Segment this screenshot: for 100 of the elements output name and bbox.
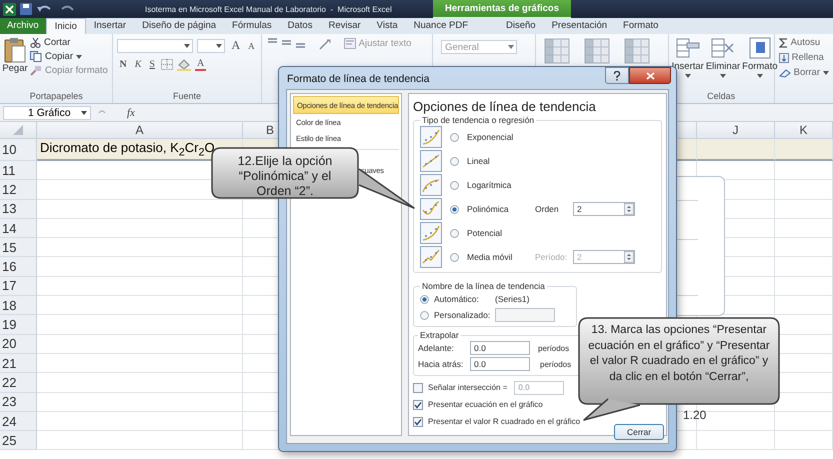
close-button[interactable] <box>629 67 671 84</box>
row-header[interactable]: 17 <box>0 276 37 296</box>
copy-button[interactable]: Copiar <box>30 51 108 62</box>
cells-button[interactable]: Eliminar <box>706 37 740 78</box>
insert-function-button[interactable]: fx <box>127 106 135 118</box>
shrink-font-button[interactable]: A <box>246 40 257 50</box>
table-cell <box>775 431 833 450</box>
window-title: Isoterma en Microsoft Excel Manual de Laboratorio - Microsoft Excel <box>145 4 392 14</box>
column-header[interactable]: J <box>697 122 775 139</box>
row-header[interactable]: 11 <box>0 161 37 180</box>
ribbon-tab[interactable]: Fórmulas <box>224 18 280 34</box>
group-label: Celdas <box>706 91 736 101</box>
row-header[interactable]: 21 <box>0 354 37 374</box>
table-grid-icon <box>624 38 650 64</box>
ribbon-tab[interactable]: Inicio <box>46 18 86 34</box>
cut-button[interactable]: Cortar <box>30 37 108 48</box>
ribbon-tab[interactable]: Presentación <box>544 18 616 34</box>
borders-icon <box>160 59 173 70</box>
ribbon-tab[interactable]: Revisar <box>320 18 369 34</box>
dropdown-icon <box>76 54 82 58</box>
ribbon-tab[interactable]: Datos <box>280 18 320 34</box>
insert-rows-icon <box>674 37 701 59</box>
radio-button[interactable] <box>450 228 459 238</box>
select-all-icon <box>13 125 23 135</box>
option-label: Lineal <box>467 156 491 166</box>
group-label: Portapapeles <box>28 91 84 101</box>
clipboard-icon <box>4 37 26 63</box>
field-label: Período: <box>535 252 565 262</box>
radio-button[interactable] <box>420 294 429 304</box>
radio-button[interactable] <box>450 180 459 190</box>
radio-button[interactable] <box>450 252 459 262</box>
radio-button[interactable] <box>450 204 459 214</box>
excel-logo-icon <box>3 2 16 16</box>
delete-rows-icon <box>710 37 736 59</box>
italic-button[interactable]: K <box>132 59 144 70</box>
spin-field[interactable]: 2 <box>573 202 635 216</box>
trendline-icon <box>420 198 442 220</box>
ribbon-tab[interactable]: Nuance PDF <box>406 18 476 34</box>
bold-button[interactable]: N <box>117 59 129 70</box>
ribbon-tab[interactable]: Vista <box>368 18 406 34</box>
trendline-icon <box>420 150 442 172</box>
row-header[interactable]: 23 <box>0 392 37 412</box>
table-cell <box>775 139 833 161</box>
series-name: (Series1) <box>495 294 530 304</box>
row-header[interactable]: 19 <box>0 315 37 335</box>
checkbox[interactable] <box>413 382 423 392</box>
radio-button[interactable] <box>450 132 459 142</box>
scissors-icon <box>30 37 41 48</box>
checkbox[interactable] <box>413 400 423 410</box>
checkbox-label: Presentar ecuación en el gráfico <box>428 400 543 409</box>
input-field[interactable]: 0.0 <box>470 341 530 355</box>
row-header[interactable]: 10 <box>0 139 37 161</box>
dropdown-icon <box>720 74 726 78</box>
row-header[interactable]: 16 <box>0 257 37 277</box>
editing-button[interactable]: Autosu <box>778 37 830 48</box>
ribbon-tab[interactable]: Archivo <box>0 18 46 34</box>
paste-button[interactable]: Pegar <box>0 34 30 103</box>
row-header[interactable]: 20 <box>0 334 37 354</box>
underline-button[interactable]: S <box>147 59 157 70</box>
font-size-box[interactable] <box>197 38 226 52</box>
row-header[interactable]: 12 <box>0 180 37 200</box>
row-header[interactable]: 22 <box>0 373 37 393</box>
row-header[interactable]: 24 <box>0 412 37 432</box>
option-label: Potencial <box>467 228 503 238</box>
radio-button[interactable] <box>450 156 459 166</box>
checkbox[interactable] <box>413 416 423 426</box>
close-dialog-button[interactable]: Cerrar <box>614 424 664 440</box>
help-button[interactable] <box>605 67 629 84</box>
spinner-arrows-icon[interactable] <box>624 203 634 215</box>
grow-font-button[interactable]: A <box>229 38 242 53</box>
row-header[interactable]: 25 <box>0 431 37 450</box>
input-field[interactable] <box>495 308 555 322</box>
cells-button[interactable]: Formato <box>742 37 778 78</box>
row-header[interactable]: 13 <box>0 200 37 219</box>
dropdown-icon <box>184 44 190 48</box>
input-field[interactable]: 0.0 <box>470 357 530 371</box>
wrap-text-icon <box>344 38 356 49</box>
radio-button[interactable] <box>420 310 429 320</box>
font-color-button[interactable]: A <box>194 58 206 71</box>
ribbon-tab[interactable]: Diseño <box>498 18 544 34</box>
table-grid-icon <box>584 38 610 64</box>
column-header[interactable]: K <box>775 122 833 139</box>
table-cell <box>775 412 833 432</box>
ribbon-tab[interactable]: Diseño de página <box>134 18 224 34</box>
editing-button[interactable]: Borrar <box>778 67 830 78</box>
checkbox-label: Presentar el valor R cuadrado en el gráfico <box>428 417 580 426</box>
trendline-icon <box>420 222 442 244</box>
option-label: Automático: <box>434 294 480 304</box>
ribbon-tab[interactable]: Insertar <box>86 18 134 34</box>
row-header[interactable]: 14 <box>0 218 37 238</box>
editing-button[interactable]: Rellena <box>778 52 830 63</box>
row-header[interactable]: 18 <box>0 296 37 316</box>
contextual-tab-group-label: Herramientas de gráficos <box>444 3 560 14</box>
spinner-arrows-icon[interactable] <box>624 251 634 263</box>
field-label: Adelante: <box>418 343 455 353</box>
row-header[interactable]: 15 <box>0 238 37 258</box>
checkbox-label: Señalar intersección = <box>428 383 508 392</box>
column-header[interactable]: A <box>37 122 243 139</box>
name-box[interactable]: 1 Gráfico <box>3 106 91 120</box>
ribbon-tab[interactable]: Formato <box>615 18 666 34</box>
